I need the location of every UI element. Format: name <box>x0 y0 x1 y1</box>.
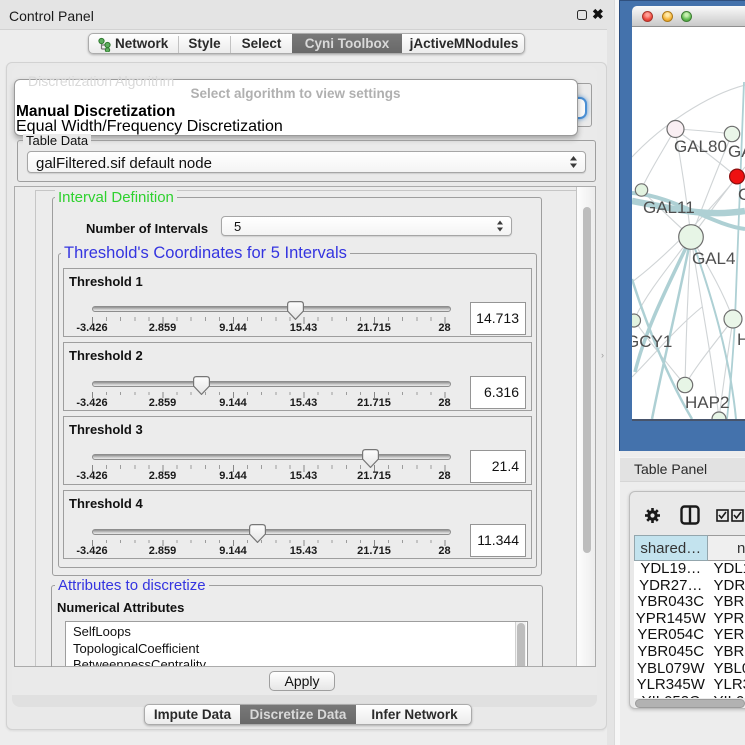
svg-text:HAP2: HAP2 <box>685 393 729 412</box>
svg-text:H: H <box>737 330 745 349</box>
svg-text:GCY1: GCY1 <box>632 332 672 351</box>
svg-text:C: C <box>738 185 745 204</box>
svg-text:GAL11: GAL11 <box>643 198 695 217</box>
svg-text:GAL4: GAL4 <box>692 249 735 268</box>
svg-text:GAL80: GAL80 <box>674 137 727 156</box>
svg-text:GA: GA <box>728 142 745 161</box>
